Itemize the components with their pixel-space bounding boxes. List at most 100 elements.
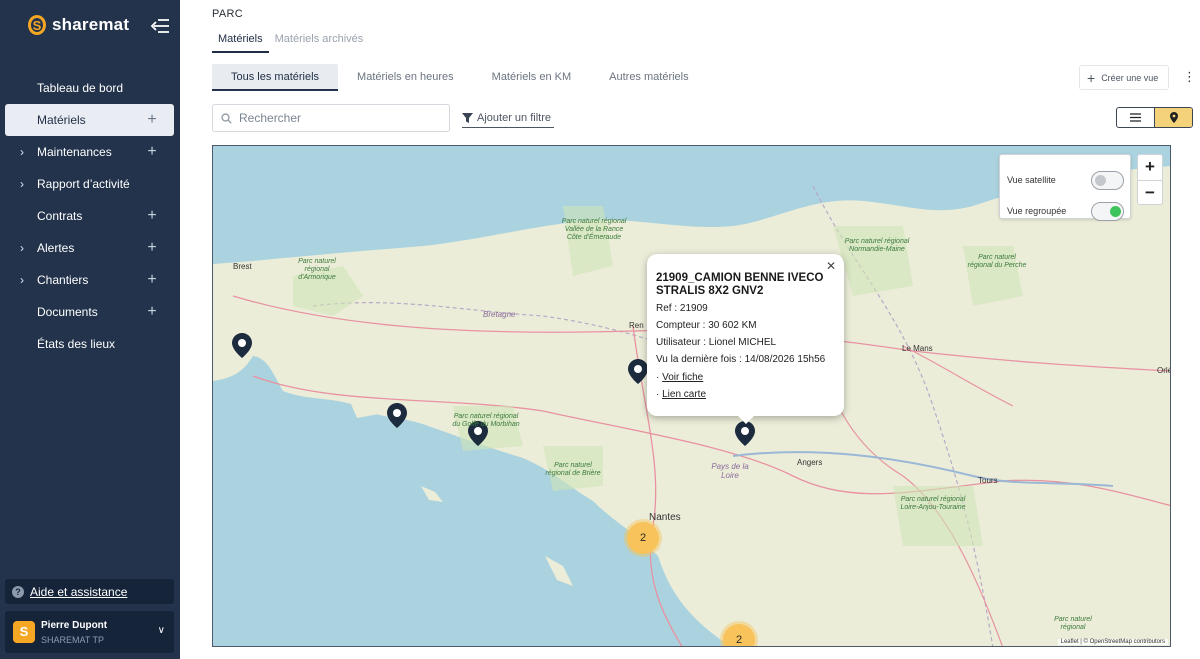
close-icon[interactable]: ✕ xyxy=(826,259,836,273)
map-attribution: Leaflet | © OpenStreetMap contributors xyxy=(1057,639,1168,645)
zoom-controls: + − xyxy=(1137,154,1163,205)
zoom-in-button[interactable]: + xyxy=(1138,155,1162,180)
sidebar-item-2[interactable]: › Maintenances + xyxy=(5,136,174,168)
chevron-down-icon: ∨ xyxy=(157,625,165,636)
chevron-right-icon: › xyxy=(20,273,24,287)
list-view-button[interactable] xyxy=(1117,108,1154,127)
user-menu[interactable]: S Pierre Dupont SHAREMAT TP ∨ xyxy=(5,611,174,653)
plus-icon: + xyxy=(1087,69,1096,86)
grouped-toggle[interactable] xyxy=(1091,202,1124,221)
park-label: Parc naturel régional Loire-Anjou-Tourai… xyxy=(900,496,966,511)
sidebar-item-label: Rapport d’activité xyxy=(37,177,130,191)
place-label: Brest xyxy=(233,262,252,271)
brand-name: sharemat xyxy=(52,15,130,34)
search-icon xyxy=(221,112,232,124)
sidebar-item-1[interactable]: Matériels + xyxy=(5,104,174,136)
place-label: Angers xyxy=(797,458,823,467)
chevron-right-icon: › xyxy=(20,241,24,255)
view-sheet-link[interactable]: · Voir fiche xyxy=(656,372,703,383)
map-cluster[interactable]: 2 xyxy=(627,522,659,554)
tab-materiels-km[interactable]: Matériels en KM xyxy=(473,64,590,91)
map[interactable]: Brest Bretagne Ren Le Mans Orléa Angers … xyxy=(212,145,1171,647)
place-label: Bretagne xyxy=(483,310,516,319)
sidebar-item-label: Documents xyxy=(37,305,98,319)
add-icon[interactable]: + xyxy=(144,271,160,289)
sidebar-item-label: États des lieux xyxy=(37,337,116,351)
park-label: Parc naturel régional du Golfe du Morbih… xyxy=(452,413,520,428)
map-layer-controls: Vue satellite Vue regroupée xyxy=(999,154,1131,221)
map-view-button[interactable] xyxy=(1154,108,1192,127)
add-icon[interactable]: + xyxy=(144,239,160,257)
equipment-popup: ✕ 21909_CAMION BENNE IVECO STRALIS 8X2 G… xyxy=(647,254,844,424)
sidebar-item-label: Chantiers xyxy=(37,273,89,287)
map-link-label[interactable]: Lien carte xyxy=(662,389,706,400)
satellite-toggle[interactable] xyxy=(1091,171,1124,190)
search-input[interactable] xyxy=(239,111,439,125)
sidebar: S sharemat Tableau de bord Matériels + › Mai… xyxy=(0,0,180,659)
place-label: Pays de la Loire xyxy=(711,462,749,480)
park-label: Parc naturel régional Vallée de la Rance… xyxy=(561,218,627,241)
question-icon: ? xyxy=(12,585,24,598)
page-title: PARC xyxy=(212,8,243,20)
place-label: Le Mans xyxy=(902,344,933,353)
sidebar-item-label: Contrats xyxy=(37,209,83,223)
sidebar-item-label: Alertes xyxy=(37,241,75,255)
more-options-icon[interactable]: ⋮ xyxy=(1183,69,1196,85)
place-label: Nantes xyxy=(649,512,681,523)
popup-title: 21909_CAMION BENNE IVECO STRALIS 8X2 GNV… xyxy=(656,272,824,297)
sidebar-item-4[interactable]: Contrats + xyxy=(5,200,174,232)
search-box xyxy=(212,104,450,132)
add-filter-button[interactable]: Ajouter un filtre xyxy=(462,108,554,128)
subtabs: Matériels Matériels archivés xyxy=(212,31,369,53)
park-label: Parc naturel régional du Perche xyxy=(967,254,1027,269)
sidebar-item-label: Maintenances xyxy=(37,145,112,159)
tab-materiels-heures[interactable]: Matériels en heures xyxy=(338,64,473,91)
popup-last-seen: Vu la dernière fois : 14/08/2026 15h56 xyxy=(656,354,826,365)
add-icon[interactable]: + xyxy=(144,207,160,225)
chevron-right-icon: › xyxy=(20,177,24,191)
sidebar-item-7[interactable]: Documents + xyxy=(5,296,174,328)
view-sheet-label[interactable]: Voir fiche xyxy=(662,372,703,383)
sidebar-item-0[interactable]: Tableau de bord xyxy=(5,72,174,104)
create-view-label: Créer une vue xyxy=(1101,72,1159,83)
add-icon[interactable]: + xyxy=(144,143,160,161)
sidebar-item-6[interactable]: › Chantiers + xyxy=(5,264,174,296)
brand-logo[interactable]: S sharemat xyxy=(28,15,129,35)
park-label: Parc naturel régional Normandie-Maine xyxy=(844,238,910,253)
chevron-right-icon: › xyxy=(20,145,24,159)
avatar: S xyxy=(13,621,35,643)
map-pin-icon xyxy=(1169,112,1178,123)
tab-all-materiels[interactable]: Tous les matériels xyxy=(212,64,339,91)
add-icon[interactable]: + xyxy=(144,111,160,129)
create-view-button[interactable]: + Créer une vue xyxy=(1079,65,1169,90)
add-icon[interactable]: + xyxy=(144,303,160,321)
park-label: Parc naturel régional de Brière xyxy=(545,462,601,477)
zoom-out-button[interactable]: − xyxy=(1138,180,1162,205)
tab-materiels[interactable]: Matériels xyxy=(212,31,269,53)
sidebar-item-8[interactable]: États des lieux xyxy=(5,328,174,360)
popup-user: Utilisateur : Lionel MICHEL xyxy=(656,337,777,348)
tab-materiels-archives[interactable]: Matériels archivés xyxy=(269,31,370,53)
filter-icon xyxy=(462,112,473,123)
place-label: Tours xyxy=(978,476,998,485)
satellite-label: Vue satellite xyxy=(1007,175,1056,185)
user-company: SHAREMAT TP xyxy=(41,635,105,645)
sidebar-item-5[interactable]: › Alertes + xyxy=(5,232,174,264)
popup-ref: Ref : 21909 xyxy=(656,303,708,314)
grouped-label: Vue regroupée xyxy=(1007,206,1067,216)
sidebar-item-3[interactable]: › Rapport d’activité xyxy=(5,168,174,200)
add-filter-label: Ajouter un filtre xyxy=(477,111,551,124)
sidebar-item-label: Tableau de bord xyxy=(37,81,124,95)
sidebar-nav: Tableau de bord Matériels + › Maintenances + ›… xyxy=(5,72,174,360)
user-name: Pierre Dupont xyxy=(41,620,108,631)
view-mode-toggle xyxy=(1116,107,1193,128)
list-icon xyxy=(1130,113,1141,122)
view-tabs: Tous les matériels Matériels en heures M… xyxy=(212,64,708,91)
map-link[interactable]: · Lien carte xyxy=(656,389,706,400)
popup-counter: Compteur : 30 602 KM xyxy=(656,320,757,331)
help-link[interactable]: ? Aide et assistance xyxy=(5,579,174,604)
sidebar-item-label: Matériels xyxy=(37,113,86,127)
place-label: Ren xyxy=(629,321,644,330)
tab-autres-materiels[interactable]: Autres matériels xyxy=(590,64,707,91)
collapse-menu-icon[interactable] xyxy=(149,16,171,36)
